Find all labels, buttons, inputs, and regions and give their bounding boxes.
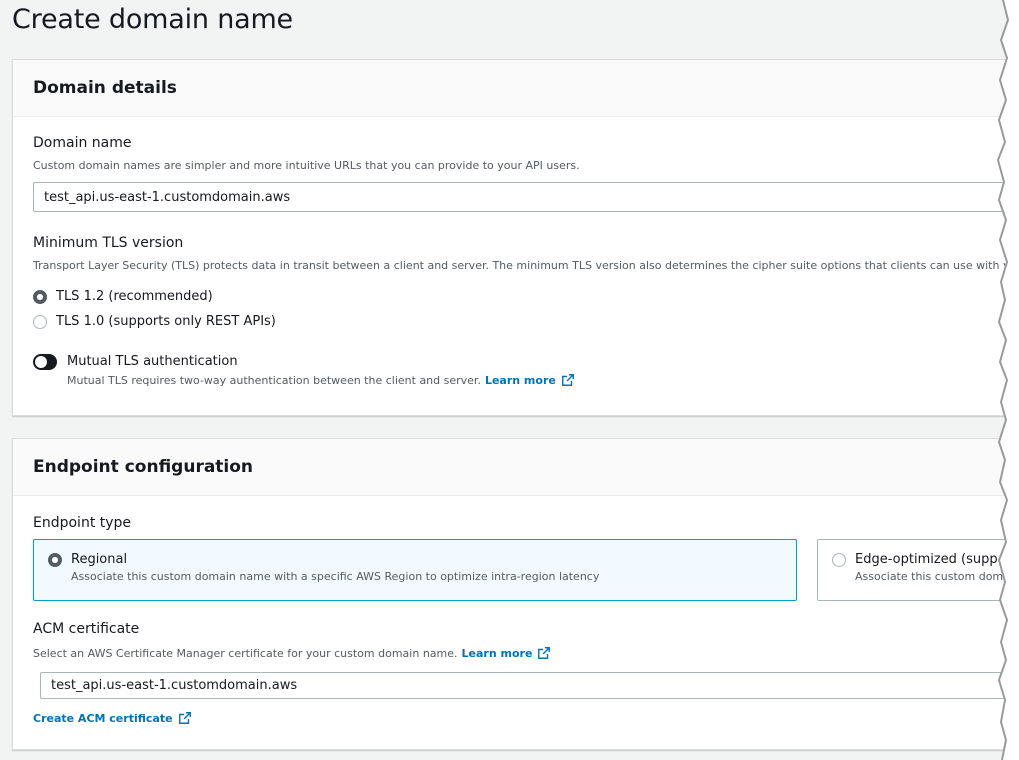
endpoint-config-panel: Endpoint configuration Endpoint type Reg… — [12, 438, 1019, 750]
regional-description: Associate this custom domain name with a… — [71, 570, 600, 583]
mutual-tls-toggle[interactable] — [33, 354, 57, 370]
acm-certificate-select[interactable]: test_api.us-east-1.customdomain.aws — [40, 672, 1019, 699]
domain-details-panel: Domain details Domain name Custom domain… — [12, 59, 1019, 416]
external-link-icon — [178, 712, 191, 724]
radio-unchecked-icon[interactable] — [33, 314, 47, 329]
endpoint-config-heading: Endpoint configuration — [33, 457, 254, 477]
domain-name-value: test_api.us-east-1.customdomain.aws — [44, 189, 291, 205]
mutual-tls-learn-more-link[interactable]: Learn more — [485, 373, 575, 387]
mutual-tls-description: Mutual TLS requires two-way authenticati… — [67, 373, 481, 387]
create-acm-certificate-link[interactable]: Create ACM certificate — [33, 711, 192, 725]
endpoint-regional-tile[interactable]: Regional Associate this custom domain na… — [33, 539, 797, 601]
domain-name-label: Domain name — [33, 135, 132, 151]
endpoint-edge-optimized-tile[interactable]: Edge-optimized (supp Associate this cust… — [817, 539, 1019, 601]
radio-checked-icon[interactable] — [33, 289, 47, 304]
create-acm-label: Create ACM certificate — [33, 711, 173, 725]
regional-label: Regional — [71, 552, 128, 567]
learn-more-label: Learn more — [461, 646, 533, 660]
edge-optimized-description: Associate this custom doma — [855, 570, 1010, 583]
domain-details-header: Domain details — [13, 60, 1019, 117]
domain-name-input[interactable]: test_api.us-east-1.customdomain.aws — [33, 182, 1019, 212]
tls-1-2-option[interactable]: TLS 1.2 (recommended) — [33, 289, 213, 304]
domain-name-description: Custom domain names are simpler and more… — [33, 159, 580, 172]
acm-description: Select an AWS Certificate Manager certif… — [33, 646, 458, 660]
tls-version-description: Transport Layer Security (TLS) protects … — [33, 259, 1019, 272]
domain-details-heading: Domain details — [33, 78, 177, 98]
toggle-knob — [35, 356, 47, 368]
page-title: Create domain name — [12, 4, 293, 35]
external-link-icon — [561, 374, 574, 386]
tls-1-2-label: TLS 1.2 (recommended) — [56, 289, 213, 304]
tls-version-label: Minimum TLS version — [33, 235, 184, 251]
learn-more-label: Learn more — [484, 373, 556, 387]
edge-optimized-label: Edge-optimized (supp — [855, 552, 998, 567]
mutual-tls-label: Mutual TLS authentication — [67, 354, 238, 369]
endpoint-config-header: Endpoint configuration — [13, 439, 1019, 496]
tls-1-0-label: TLS 1.0 (supports only REST APIs) — [56, 314, 276, 329]
acm-description-row: Select an AWS Certificate Manager certif… — [33, 646, 1019, 660]
endpoint-type-label: Endpoint type — [33, 515, 132, 531]
radio-unchecked-icon[interactable] — [832, 552, 846, 567]
acm-certificate-value: test_api.us-east-1.customdomain.aws — [51, 678, 298, 693]
acm-certificate-label: ACM certificate — [33, 621, 140, 637]
external-link-icon — [538, 647, 551, 659]
mutual-tls-row: Mutual TLS authentication Mutual TLS req… — [33, 354, 575, 387]
radio-checked-icon[interactable] — [48, 552, 62, 567]
acm-learn-more-link[interactable]: Learn more — [462, 646, 552, 660]
tls-1-0-option[interactable]: TLS 1.0 (supports only REST APIs) — [33, 314, 276, 329]
